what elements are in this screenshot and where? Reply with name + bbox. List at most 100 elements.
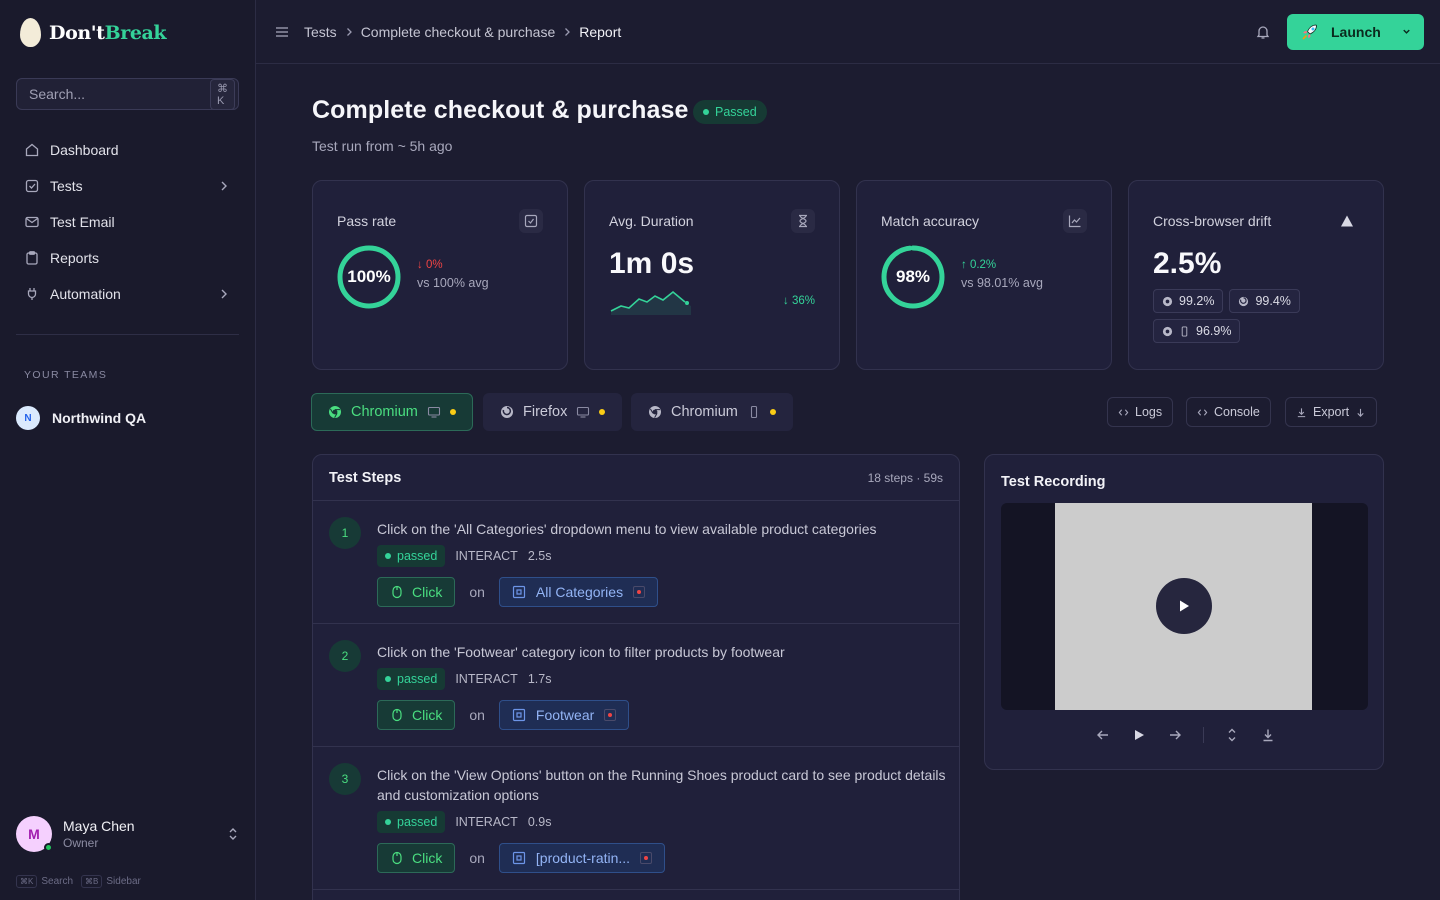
drift-chips: 99.2% 99.4% 96.9% xyxy=(1153,289,1363,343)
mouse-icon xyxy=(392,585,402,599)
drift-chip-firefox-desktop: 99.4% xyxy=(1229,289,1300,313)
console-button[interactable]: Console xyxy=(1186,397,1271,427)
keyboard-shortcuts: ⌘K Search ⌘B Sidebar xyxy=(16,875,141,888)
target-icon xyxy=(512,585,526,599)
online-status-dot xyxy=(44,843,53,852)
search-input[interactable] xyxy=(29,86,210,102)
chevron-up-down-icon[interactable] xyxy=(226,827,240,841)
screenshot-marker-icon[interactable] xyxy=(604,709,617,721)
mouse-icon xyxy=(392,851,402,865)
status-indicator-dot xyxy=(599,409,606,415)
console-label: Console xyxy=(1214,405,1260,419)
breadcrumb-tests[interactable]: Tests xyxy=(304,24,337,40)
action-click[interactable]: Click xyxy=(377,843,456,873)
step-action: Click on Footwear xyxy=(377,700,630,730)
desktop-icon xyxy=(577,406,590,418)
triangle-icon xyxy=(1341,215,1353,227)
action-click[interactable]: Click xyxy=(377,700,456,730)
arrow-left-icon[interactable] xyxy=(1095,727,1111,743)
tab-firefox-desktop[interactable]: Firefox xyxy=(483,393,623,431)
drift-value: 2.5% xyxy=(1153,247,1222,280)
status-badge: passed xyxy=(377,811,446,833)
steps-header: Test Steps 18 steps · 59s xyxy=(313,455,959,501)
step-type: INTERACT xyxy=(455,672,518,686)
step-meta: passed INTERACT 1.7s xyxy=(377,668,551,690)
search-box[interactable]: ⌘ K xyxy=(16,78,239,110)
arrow-right-icon[interactable] xyxy=(1167,727,1183,743)
screenshot-marker-icon[interactable] xyxy=(633,586,646,598)
user-menu[interactable]: M Maya Chen Owner xyxy=(16,816,240,852)
export-button[interactable]: Export xyxy=(1285,397,1378,427)
test-step[interactable]: 3 Click on the 'View Options' button on … xyxy=(313,747,959,890)
page-subtitle: Test run from ~ 5h ago xyxy=(312,138,453,154)
target-element[interactable]: All Categories xyxy=(498,577,659,607)
status-badge: passed xyxy=(377,545,446,567)
video-player[interactable] xyxy=(1001,503,1368,710)
sidebar-item-label: Tests xyxy=(50,178,83,194)
test-step[interactable]: 2 Click on the 'Footwear' category icon … xyxy=(313,624,959,747)
search-shortcut-kbd: ⌘ K xyxy=(210,78,235,110)
target-element[interactable]: [product-ratin... xyxy=(498,843,666,873)
sidebar: Don'tBreak ⌘ K Dashboard Tests Test Emai… xyxy=(0,0,256,900)
logo[interactable]: Don'tBreak xyxy=(20,18,167,47)
pass-rate-delta: ↓ 0% vs 100% avg xyxy=(417,259,489,290)
check-square-icon xyxy=(524,214,538,228)
step-meta: passed INTERACT 0.9s xyxy=(377,811,551,833)
mobile-icon xyxy=(1181,325,1188,337)
action-click[interactable]: Click xyxy=(377,577,456,607)
rocket-icon xyxy=(1302,24,1317,40)
tab-label: Chromium xyxy=(351,404,418,420)
sidebar-item-reports[interactable]: Reports xyxy=(16,240,239,276)
steps-title: Test Steps xyxy=(329,469,402,486)
play-icon[interactable] xyxy=(1131,727,1147,743)
launch-button[interactable]: Launch xyxy=(1287,13,1424,50)
card-title: Match accuracy xyxy=(881,213,980,229)
screenshot-marker-icon[interactable] xyxy=(640,852,653,864)
tab-chromium-desktop[interactable]: Chromium xyxy=(311,393,473,431)
code-icon xyxy=(1197,408,1208,416)
bell-icon[interactable] xyxy=(1255,24,1271,40)
card-icon xyxy=(791,209,815,233)
page-title: Complete checkout & purchase xyxy=(312,96,689,124)
pass-rate-value: 100% xyxy=(347,267,391,286)
sidebar-item-dashboard[interactable]: Dashboard xyxy=(16,132,239,168)
tab-label: Chromium xyxy=(671,404,738,420)
step-type: INTERACT xyxy=(455,549,518,563)
expand-icon[interactable] xyxy=(1224,727,1240,743)
test-steps-panel: Test Steps 18 steps · 59s 1 Click on the… xyxy=(312,454,960,900)
playback-controls xyxy=(1095,727,1276,743)
download-icon xyxy=(1297,407,1306,417)
play-overlay-button[interactable] xyxy=(1156,578,1212,634)
duration-value: 1m 0s xyxy=(609,247,695,280)
step-description: Click on the 'All Categories' dropdown m… xyxy=(377,521,877,537)
mobile-icon xyxy=(750,405,757,419)
team-item[interactable]: N Northwind QA xyxy=(16,406,146,430)
test-step[interactable]: 1 Click on the 'All Categories' dropdown… xyxy=(313,501,959,624)
delta-value: ↑ 0.2% xyxy=(961,259,997,271)
steps-duration: · 59s xyxy=(916,470,943,485)
logs-button[interactable]: Logs xyxy=(1107,397,1174,427)
steps-summary: 18 steps · 59s xyxy=(868,471,943,485)
breadcrumb-test-name[interactable]: Complete checkout & purchase xyxy=(361,24,556,40)
team-name: Northwind QA xyxy=(52,410,147,426)
delta-comparison: vs 100% avg xyxy=(417,276,489,290)
play-icon xyxy=(1180,600,1189,612)
download-icon[interactable] xyxy=(1260,727,1276,743)
sidebar-item-automation[interactable]: Automation xyxy=(16,276,239,312)
menu-icon[interactable] xyxy=(274,24,290,40)
sidebar-item-tests[interactable]: Tests xyxy=(16,168,239,204)
duration-sparkline xyxy=(610,290,691,315)
target-element[interactable]: Footwear xyxy=(498,700,630,730)
recording-title: Test Recording xyxy=(1001,474,1106,490)
breadcrumb: Tests Complete checkout & purchase Repor… xyxy=(304,24,1255,40)
delta-comparison: vs 98.01% avg xyxy=(961,276,1043,290)
drift-chip-chromium-mobile: 96.9% xyxy=(1153,319,1241,343)
tab-chromium-mobile[interactable]: Chromium xyxy=(631,393,793,431)
chevron-right-icon[interactable] xyxy=(217,179,231,193)
status-badge: Passed xyxy=(693,100,767,124)
chip-value: 99.2% xyxy=(1179,294,1215,308)
topbar: Tests Complete checkout & purchase Repor… xyxy=(256,0,1440,64)
sidebar-item-test-email[interactable]: Test Email xyxy=(16,204,239,240)
chevron-right-icon[interactable] xyxy=(217,287,231,301)
drift-card: Cross-browser drift 2.5% 99.2% 99.4% 96.… xyxy=(1128,180,1384,370)
